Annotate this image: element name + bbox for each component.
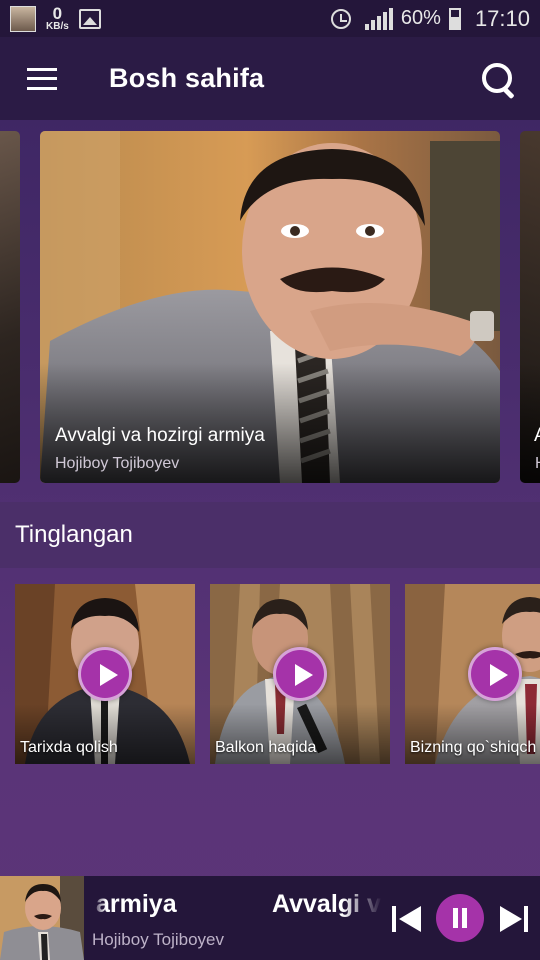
next-card-title: A bbox=[534, 425, 540, 447]
carousel-card-featured[interactable]: Avvalgi va hozirgi armiya Hojiboy Tojibo… bbox=[40, 131, 500, 483]
player-cover-image bbox=[0, 876, 84, 960]
app-toolbar: Bosh sahifa bbox=[0, 37, 540, 120]
track-tile-label: Balkon haqida bbox=[215, 739, 317, 756]
status-bar: 0 KB/s 60% 17:10 bbox=[0, 0, 540, 37]
player-info: armiya Avvalgi va Hojiboy Tojiboyev bbox=[92, 876, 382, 960]
marquee-fade bbox=[342, 876, 382, 960]
play-button[interactable] bbox=[78, 647, 132, 701]
featured-carousel[interactable]: Avvalgi va hozirgi armiya Hojiboy Tojibo… bbox=[0, 120, 540, 500]
featured-title: Avvalgi va hozirgi armiya bbox=[55, 425, 265, 446]
page-title: Bosh sahifa bbox=[109, 63, 265, 93]
player-title: armiya bbox=[96, 890, 177, 918]
battery-percent: 60% bbox=[400, 7, 441, 29]
gallery-icon bbox=[78, 8, 101, 29]
alarm-icon bbox=[330, 8, 351, 29]
section-title: Tinglangan bbox=[15, 521, 133, 548]
play-button[interactable] bbox=[468, 647, 522, 701]
player-artist: Hojiboy Tojiboyev bbox=[92, 930, 224, 949]
track-tile[interactable]: Bizning qo`shiqch bbox=[405, 584, 540, 764]
network-speed-unit: KB/s bbox=[46, 21, 69, 32]
app-notification-icon bbox=[10, 5, 36, 32]
search-icon[interactable] bbox=[480, 61, 516, 97]
clock: 17:10 bbox=[474, 5, 530, 31]
battery-icon bbox=[448, 7, 461, 30]
recent-tiles: Tarixda qolish Balkon haqida Bizning qo`… bbox=[15, 584, 540, 764]
hamburger-menu-icon[interactable] bbox=[27, 67, 57, 90]
carousel-card-previous[interactable] bbox=[0, 131, 20, 483]
next-card-artist: H bbox=[535, 455, 540, 473]
play-button[interactable] bbox=[273, 647, 327, 701]
track-tile-label: Bizning qo`shiqch bbox=[410, 739, 537, 756]
signal-icon bbox=[364, 7, 393, 30]
network-speed-value: 0 bbox=[52, 4, 63, 23]
network-speed: 0 KB/s bbox=[46, 5, 69, 32]
featured-artist: Hojiboy Tojiboyev bbox=[55, 455, 180, 472]
section-header: Tinglangan bbox=[0, 502, 540, 568]
skip-next-icon[interactable] bbox=[500, 904, 530, 934]
skip-previous-icon[interactable] bbox=[392, 904, 422, 934]
track-tile[interactable]: Tarixda qolish bbox=[15, 584, 195, 764]
pause-button[interactable] bbox=[436, 894, 484, 942]
track-tile-label: Tarixda qolish bbox=[20, 739, 118, 756]
track-tile[interactable]: Balkon haqida bbox=[210, 584, 390, 764]
carousel-card-next[interactable]: A H bbox=[520, 131, 540, 483]
